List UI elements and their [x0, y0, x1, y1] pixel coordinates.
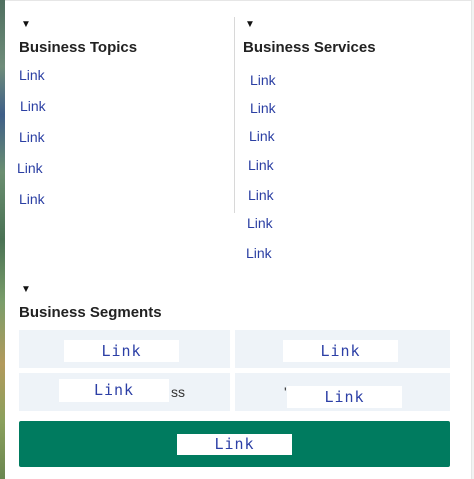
business-segments-heading: Business Segments	[19, 304, 162, 321]
business-services-link[interactable]: Link	[248, 157, 274, 173]
collapse-caret-icon[interactable]: ▼	[21, 20, 31, 30]
collapse-caret-icon[interactable]: ▼	[21, 285, 31, 295]
business-services-link[interactable]: Link	[249, 128, 275, 144]
business-services-link[interactable]: Link	[246, 245, 272, 261]
business-services-link[interactable]: Link	[248, 187, 274, 203]
business-topics-link[interactable]: Link	[19, 191, 45, 207]
business-menu-panel: ▼ Business Topics Link Link Link Link Li…	[5, 0, 471, 479]
business-services-link[interactable]: Link	[247, 215, 273, 231]
column-divider	[234, 17, 235, 213]
business-topics-heading: Business Topics	[19, 39, 138, 56]
segment-tile[interactable]: ' Link	[235, 373, 450, 411]
business-services-link[interactable]: Link	[250, 72, 276, 88]
segment-tile[interactable]: Link	[235, 330, 450, 368]
business-services-link[interactable]: Link	[250, 100, 276, 116]
primary-action-button[interactable]: Link	[19, 421, 450, 467]
segment-tile-label: Link	[283, 340, 398, 362]
segment-tile[interactable]: Link	[19, 330, 230, 368]
business-topics-link[interactable]: Link	[19, 67, 45, 83]
primary-action-label: Link	[177, 434, 292, 455]
segment-tile-label: Link	[59, 379, 169, 402]
business-topics-link[interactable]: Link	[17, 160, 43, 176]
business-topics-link[interactable]: Link	[19, 129, 45, 145]
business-services-heading: Business Services	[243, 39, 376, 56]
segment-tile-text: ss	[171, 384, 185, 400]
segment-tile-label: Link	[64, 340, 179, 362]
segment-tile-label: Link	[287, 386, 402, 408]
collapse-caret-icon[interactable]: ▼	[245, 20, 255, 30]
business-topics-link[interactable]: Link	[20, 98, 46, 114]
segment-tile[interactable]: ss Link	[19, 373, 230, 411]
